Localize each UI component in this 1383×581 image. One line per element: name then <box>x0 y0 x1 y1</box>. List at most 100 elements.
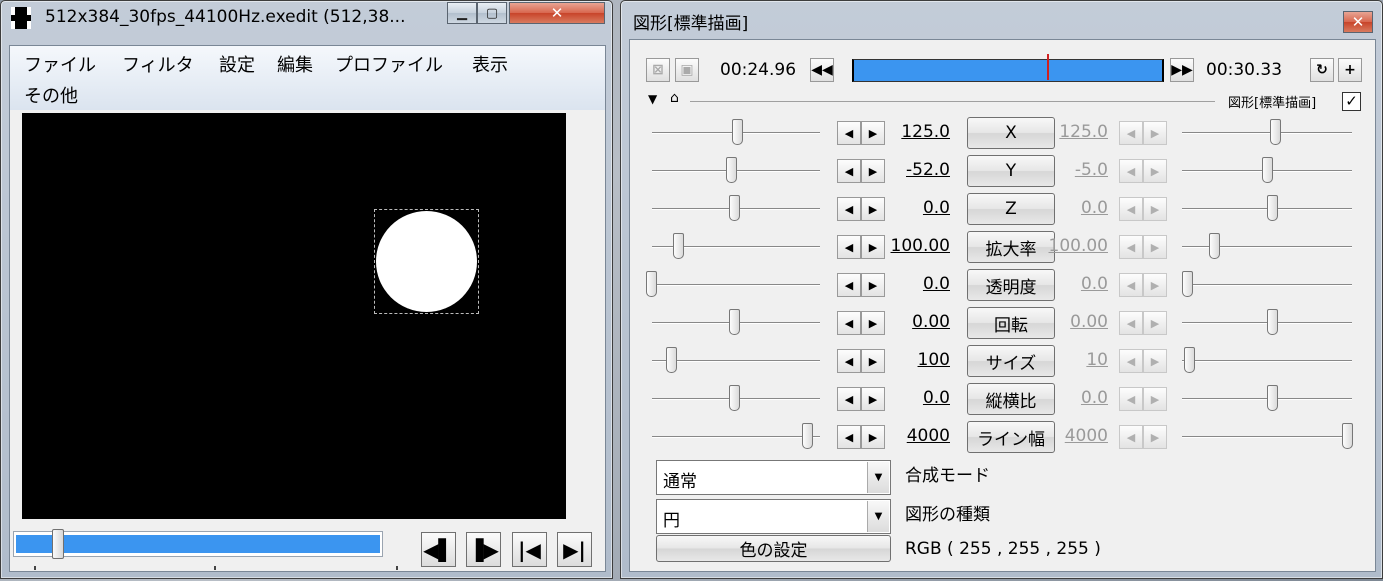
end-value-slider-thumb[interactable] <box>1209 233 1221 259</box>
start-value[interactable]: 4000 <box>880 426 950 446</box>
decrement-icon[interactable]: ◀ <box>837 121 861 145</box>
increment-icon[interactable]: ▶ <box>1143 387 1167 411</box>
increment-icon[interactable]: ▶ <box>1143 159 1167 183</box>
decrement-icon[interactable]: ◀ <box>1119 235 1143 259</box>
end-value[interactable]: 0.0 <box>1038 198 1108 218</box>
decrement-icon[interactable]: ◀ <box>837 425 861 449</box>
start-value-spinner[interactable]: ◀ ▶ <box>837 235 885 259</box>
decrement-icon[interactable]: ◀ <box>837 235 861 259</box>
close-button[interactable]: ✕ <box>1343 11 1373 33</box>
menu-profile[interactable]: プロファイル <box>335 51 443 77</box>
start-value-spinner[interactable]: ◀ ▶ <box>837 159 885 183</box>
go-start-button[interactable]: |◀ <box>512 532 547 567</box>
decrement-icon[interactable]: ◀ <box>1119 311 1143 335</box>
end-value-slider-thumb[interactable] <box>1182 271 1193 297</box>
start-value[interactable]: 0.0 <box>880 388 950 408</box>
decrement-icon[interactable]: ◀ <box>1119 349 1143 373</box>
decrement-icon[interactable]: ◀ <box>1119 121 1143 145</box>
end-value-slider-thumb[interactable] <box>1342 423 1353 449</box>
start-value[interactable]: -52.0 <box>880 160 950 180</box>
end-value-spinner[interactable]: ◀ ▶ <box>1119 311 1167 335</box>
increment-icon[interactable]: ▶ <box>1143 425 1167 449</box>
color-settings-button[interactable]: 色の設定 <box>656 535 891 562</box>
collapse-arrow-icon[interactable]: ▼ <box>648 92 657 106</box>
end-value-spinner[interactable]: ◀ ▶ <box>1119 159 1167 183</box>
menu-file[interactable]: ファイル <box>24 51 96 77</box>
end-value-slider-thumb[interactable] <box>1266 309 1278 335</box>
end-value[interactable]: 0.00 <box>1038 312 1108 332</box>
go-end-button[interactable]: ▶| <box>557 532 592 567</box>
minimize-button[interactable]: ▁ <box>447 2 477 24</box>
end-value[interactable]: 10 <box>1038 350 1108 370</box>
decrement-icon[interactable]: ◀ <box>1119 387 1143 411</box>
start-value-slider-thumb[interactable] <box>802 423 813 449</box>
start-value[interactable]: 125.0 <box>880 122 950 142</box>
end-value-slider-track[interactable] <box>1182 436 1352 438</box>
decrement-icon[interactable]: ◀ <box>1119 273 1143 297</box>
menu-edit[interactable]: 編集 <box>277 51 313 77</box>
decrement-icon[interactable]: ◀ <box>837 273 861 297</box>
decrement-icon[interactable]: ◀ <box>837 387 861 411</box>
start-value-slider-thumb[interactable] <box>666 347 678 373</box>
start-value-slider-thumb[interactable] <box>725 157 737 183</box>
end-value-slider-track[interactable] <box>1182 360 1352 362</box>
object-enabled-checkbox[interactable]: ✓ <box>1342 92 1361 111</box>
blend-mode-select[interactable]: 通常 ▼ <box>656 460 891 495</box>
layer-icon[interactable]: ▣ <box>675 58 699 82</box>
start-value-slider-track[interactable] <box>652 360 820 362</box>
prev-keyframe-button[interactable]: ◀◀ <box>810 58 834 82</box>
close-button[interactable]: ✕ <box>509 2 605 24</box>
start-value-spinner[interactable]: ◀ ▶ <box>837 121 885 145</box>
start-value-spinner[interactable]: ◀ ▶ <box>837 387 885 411</box>
decrement-icon[interactable]: ◀ <box>1119 197 1143 221</box>
shape-type-select[interactable]: 円 ▼ <box>656 499 891 534</box>
start-value-slider-thumb[interactable] <box>728 195 740 221</box>
end-value-spinner[interactable]: ◀ ▶ <box>1119 273 1167 297</box>
dropdown-arrow-icon[interactable]: ▼ <box>867 462 889 493</box>
increment-icon[interactable]: ▶ <box>1143 273 1167 297</box>
decrement-icon[interactable]: ◀ <box>1119 425 1143 449</box>
increment-icon[interactable]: ▶ <box>1143 311 1167 335</box>
current-frame-marker[interactable] <box>1046 54 1049 80</box>
seek-bar-thumb[interactable] <box>52 529 64 559</box>
end-value[interactable]: 0.0 <box>1038 388 1108 408</box>
end-value-slider-track[interactable] <box>1182 284 1352 286</box>
decrement-icon[interactable]: ◀ <box>837 311 861 335</box>
end-value-slider-thumb[interactable] <box>1266 385 1278 411</box>
object-timebar[interactable] <box>852 54 1164 82</box>
start-value[interactable]: 0.00 <box>880 312 950 332</box>
add-filter-button[interactable]: + <box>1338 58 1362 82</box>
end-value-spinner[interactable]: ◀ ▶ <box>1119 387 1167 411</box>
decrement-icon[interactable]: ◀ <box>837 197 861 221</box>
start-value-slider-thumb[interactable] <box>728 385 740 411</box>
start-value-slider-thumb[interactable] <box>672 233 684 259</box>
menu-other[interactable]: その他 <box>24 82 78 108</box>
preview-window-titlebar[interactable]: 512x384_30fps_44100Hz.exedit (512,38... … <box>1 1 612 35</box>
prev-frame-button[interactable]: ◀▌ <box>421 532 456 567</box>
increment-icon[interactable]: ▶ <box>1143 235 1167 259</box>
refresh-button[interactable]: ↻ <box>1310 58 1334 82</box>
start-value[interactable]: 0.0 <box>880 274 950 294</box>
start-value[interactable]: 100 <box>880 350 950 370</box>
object-settings-titlebar[interactable]: 図形[標準描画] ✕ <box>621 1 1382 35</box>
start-value-slider-thumb[interactable] <box>646 271 657 297</box>
increment-icon[interactable]: ▶ <box>1143 349 1167 373</box>
end-value-slider-thumb[interactable] <box>1266 195 1278 221</box>
end-value-slider-thumb[interactable] <box>1262 157 1273 183</box>
next-frame-button[interactable]: ▐▶ <box>466 532 501 567</box>
end-value[interactable]: 0.0 <box>1038 274 1108 294</box>
decrement-icon[interactable]: ◀ <box>837 159 861 183</box>
increment-icon[interactable]: ▶ <box>1143 197 1167 221</box>
seek-bar[interactable] <box>13 529 383 559</box>
end-value[interactable]: 100.00 <box>1038 236 1108 256</box>
start-value-spinner[interactable]: ◀ ▶ <box>837 273 885 297</box>
end-value[interactable]: 125.0 <box>1038 122 1108 142</box>
end-value-spinner[interactable]: ◀ ▶ <box>1119 425 1167 449</box>
end-value-slider-thumb[interactable] <box>1270 119 1281 145</box>
start-value[interactable]: 100.00 <box>880 236 950 256</box>
maximize-button[interactable]: ▢ <box>477 2 507 24</box>
menu-view[interactable]: 表示 <box>472 51 508 77</box>
increment-icon[interactable]: ▶ <box>1143 121 1167 145</box>
menu-filter[interactable]: フィルタ <box>122 51 194 77</box>
end-value-spinner[interactable]: ◀ ▶ <box>1119 349 1167 373</box>
